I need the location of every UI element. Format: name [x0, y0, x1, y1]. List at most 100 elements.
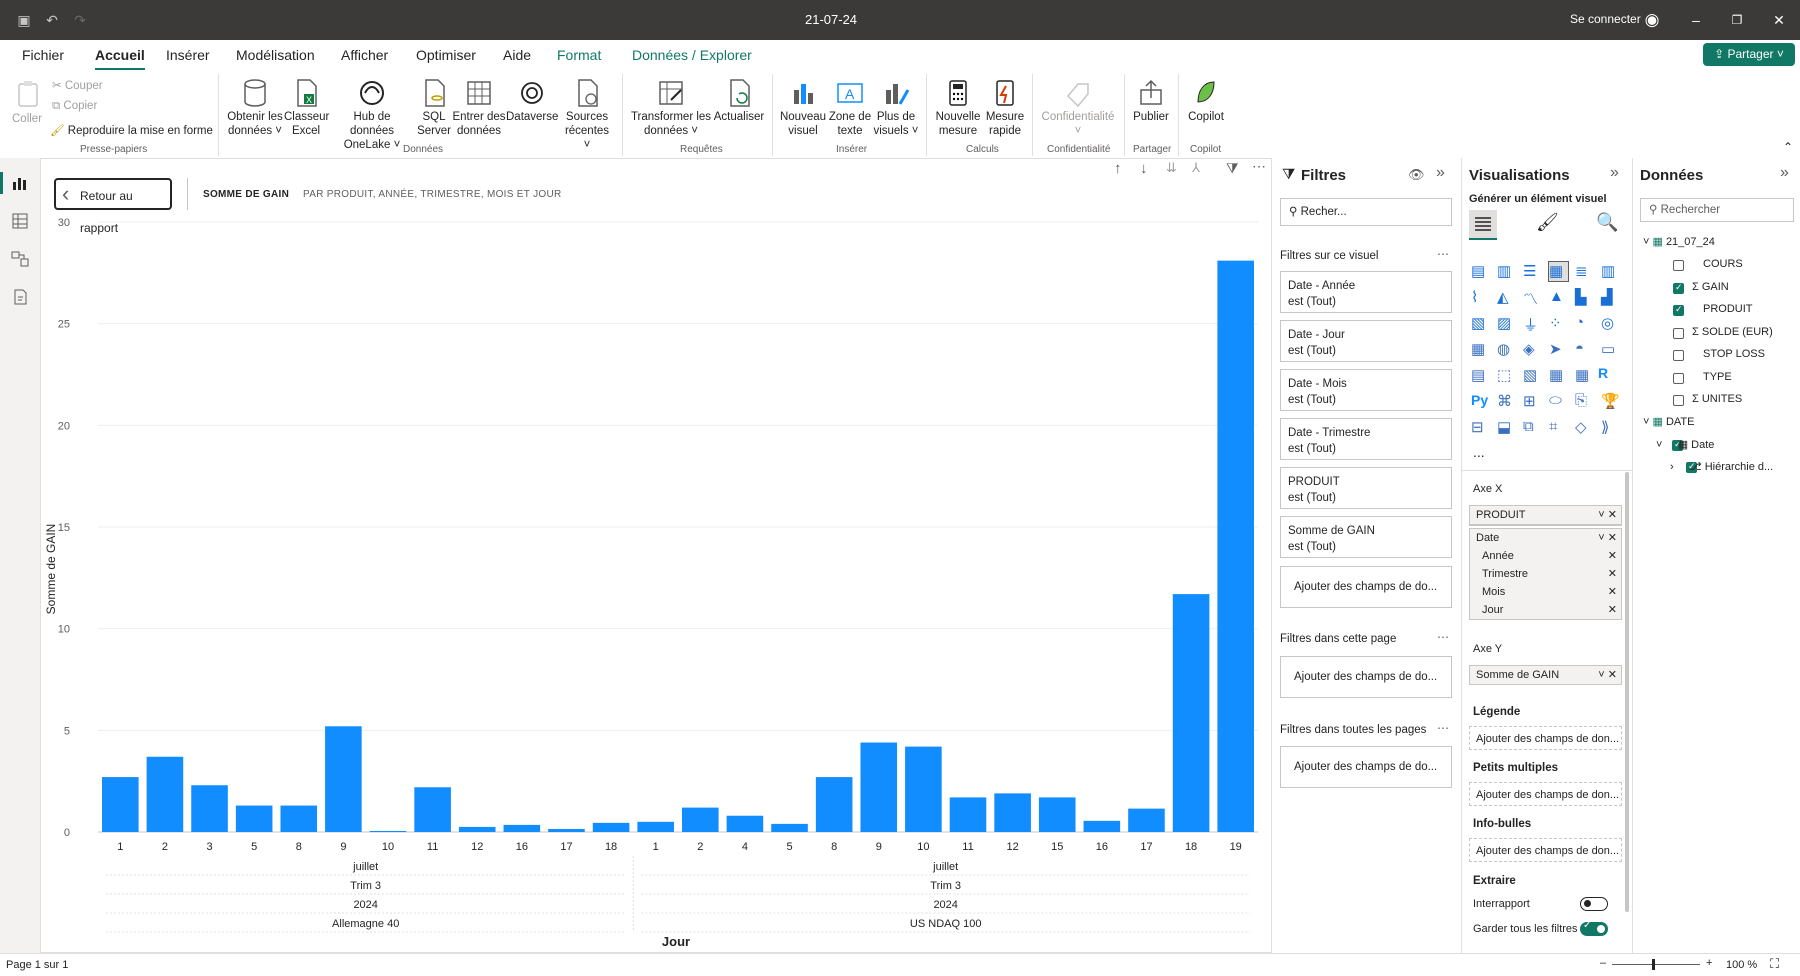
excel-button[interactable]: X Classeur Excel: [284, 78, 329, 138]
restore-icon[interactable]: ❐: [1727, 10, 1747, 30]
close-icon[interactable]: ✕: [1769, 10, 1789, 30]
filter-card[interactable]: Date - Jour est (Tout): [1280, 320, 1452, 362]
field-checkbox[interactable]: [1673, 327, 1684, 339]
tab-inserer[interactable]: Insérer: [166, 47, 210, 63]
recent-sources-button[interactable]: Sources récentes ˅: [560, 78, 614, 152]
power-apps-icon[interactable]: ⬓: [1497, 418, 1516, 437]
remove-level-icon[interactable]: ✕: [1608, 565, 1617, 583]
date-hierarchy-level[interactable]: Année ✕: [1470, 547, 1621, 565]
tab-afficher[interactable]: Afficher: [341, 47, 388, 63]
line-stacked-icon[interactable]: ▲: [1549, 288, 1568, 307]
chevron-right-icon[interactable]: ›: [1670, 461, 1689, 473]
remove-level-icon[interactable]: ✕: [1608, 547, 1617, 565]
tab-donnees-explorer[interactable]: Données / Explorer: [632, 47, 752, 63]
dax-query-view-icon[interactable]: [11, 288, 29, 306]
tab-optimiser[interactable]: Optimiser: [416, 47, 476, 63]
legend-add-field[interactable]: Ajouter des champs de don...: [1469, 726, 1622, 750]
field-checkbox[interactable]: [1673, 395, 1684, 406]
remove-level-icon[interactable]: ✕: [1608, 601, 1617, 619]
enter-data-button[interactable]: Entrer des données: [452, 78, 506, 138]
field-checkbox[interactable]: [1673, 282, 1684, 294]
new-visual-button[interactable]: Nouveau visuel: [778, 78, 828, 138]
expand-hierarchy-icon[interactable]: ⅄: [1192, 160, 1200, 176]
funnel-icon[interactable]: ▨: [1497, 314, 1516, 333]
100-bar-icon[interactable]: ≣: [1575, 262, 1594, 281]
slicer-icon[interactable]: ▧: [1523, 366, 1542, 385]
add-visual-filter-field[interactable]: Ajouter des champs de do...: [1280, 566, 1452, 608]
collapse-viz-icon[interactable]: »: [1610, 164, 1619, 182]
field-checkbox[interactable]: [1673, 304, 1684, 316]
paste-button[interactable]: Coller: [12, 112, 42, 126]
filled-map-icon[interactable]: ◈: [1523, 340, 1542, 359]
field-unites[interactable]: Σ UNITES: [1692, 393, 1742, 405]
eye-icon[interactable]: 👁: [1408, 167, 1425, 183]
field-stop-loss[interactable]: STOP LOSS: [1703, 348, 1765, 360]
filters-visual-more-icon[interactable]: ⋯: [1437, 247, 1449, 261]
quick-measure-button[interactable]: Mesure rapide: [984, 78, 1026, 138]
donut-icon[interactable]: ◎: [1601, 314, 1620, 333]
filters-all-more-icon[interactable]: ⋯: [1437, 721, 1449, 735]
gauge-icon[interactable]: ◓: [1575, 340, 1594, 359]
tooltips-add-field[interactable]: Ajouter des champs de don...: [1469, 838, 1622, 862]
y-field[interactable]: Somme de GAIN ˅ ✕: [1470, 666, 1621, 684]
tab-aide[interactable]: Aide: [503, 47, 531, 63]
filters-page-more-icon[interactable]: ⋯: [1437, 630, 1449, 644]
share-button[interactable]: ⇪ Partager ˅: [1703, 43, 1795, 66]
filter-card[interactable]: Date - Trimestre est (Tout): [1280, 418, 1452, 460]
sensitivity-button[interactable]: Confidentialité ˅: [1040, 78, 1116, 138]
filter-card[interactable]: Date - Année est (Tout): [1280, 271, 1452, 313]
cut-button[interactable]: ✂ Couper: [52, 78, 103, 92]
ribbon-icon[interactable]: ▟: [1601, 288, 1620, 307]
treemap-icon[interactable]: ▦: [1471, 340, 1490, 359]
r-visual-icon[interactable]: R: [1598, 365, 1608, 381]
table-view-icon[interactable]: [11, 212, 29, 230]
tab-format[interactable]: Format: [557, 47, 601, 63]
paginated-icon[interactable]: ⊟: [1471, 418, 1490, 437]
scatter-icon[interactable]: ⏚: [1523, 314, 1542, 334]
dataverse-button[interactable]: Dataverse: [506, 78, 558, 124]
table-21-07-24[interactable]: ˅ ▦ 21_07_24: [1643, 235, 1715, 248]
power-automate-icon[interactable]: ⧉: [1523, 418, 1542, 437]
drill-up-icon[interactable]: ↑: [1114, 160, 1122, 177]
more-arrow-icon[interactable]: ⟫: [1601, 418, 1620, 437]
format-painter-button[interactable]: 🖌 Reproduire la mise en forme: [50, 123, 213, 137]
field-hierarchy[interactable]: › ⎇ Hiérarchie d...: [1670, 460, 1773, 473]
sign-in-link[interactable]: Se connecter: [1570, 12, 1641, 26]
transform-data-button[interactable]: Transformer les données ˅: [630, 78, 712, 138]
pie-icon[interactable]: ◔: [1575, 314, 1594, 333]
small-multiples-add-field[interactable]: Ajouter des champs de don...: [1469, 782, 1622, 806]
filter-icon[interactable]: ⧩: [1226, 160, 1239, 177]
account-icon[interactable]: ◉: [1642, 10, 1662, 30]
field-checkbox[interactable]: [1673, 260, 1684, 271]
table-date[interactable]: ˅ ▦ DATE: [1643, 415, 1694, 428]
add-page-filter-field[interactable]: Ajouter des champs de do...: [1280, 656, 1452, 698]
chevron-down-icon[interactable]: ˅: [1656, 439, 1678, 451]
arcgis-icon[interactable]: ⌗: [1549, 418, 1568, 437]
field-solde-eur-[interactable]: Σ SOLDE (EUR): [1692, 326, 1773, 338]
field-date[interactable]: ˅ ▦ Date: [1656, 438, 1714, 451]
area-icon[interactable]: ◭: [1497, 288, 1516, 307]
date-hierarchy-level[interactable]: Jour ✕: [1470, 601, 1621, 619]
report-view-icon[interactable]: [11, 174, 29, 192]
shape-map-icon[interactable]: ◇: [1575, 418, 1594, 437]
filters-search-input[interactable]: ⚲ Recher...: [1280, 198, 1452, 226]
tab-modelisation[interactable]: Modélisation: [236, 47, 315, 63]
refresh-button[interactable]: Actualiser: [712, 78, 766, 124]
table-icon[interactable]: ▦: [1549, 366, 1568, 385]
field-checkbox[interactable]: [1673, 372, 1684, 384]
remove-field-icon[interactable]: ˅ ✕: [1598, 666, 1617, 684]
azure-map-icon[interactable]: ➤: [1549, 340, 1568, 359]
field-produit[interactable]: PRODUIT: [1703, 303, 1753, 315]
waterfall-icon[interactable]: ▧: [1471, 314, 1490, 333]
build-visual-tab[interactable]: [1469, 210, 1497, 240]
more-options-icon[interactable]: ⋯: [1252, 158, 1266, 175]
stacked-bar-icon[interactable]: ▤: [1471, 262, 1490, 281]
stacked-column-icon[interactable]: ▥: [1497, 262, 1516, 281]
x-axis-well[interactable]: PRODUIT ˅ ✕: [1469, 505, 1622, 526]
treemap-s-icon[interactable]: ⁘: [1549, 314, 1568, 333]
cross-report-toggle[interactable]: [1580, 897, 1608, 911]
matrix-icon[interactable]: ▦: [1575, 366, 1594, 385]
save-icon[interactable]: ▣: [14, 10, 34, 30]
more-visuals-icon[interactable]: ...: [1473, 444, 1485, 460]
sql-button[interactable]: SQL Server: [416, 78, 452, 138]
